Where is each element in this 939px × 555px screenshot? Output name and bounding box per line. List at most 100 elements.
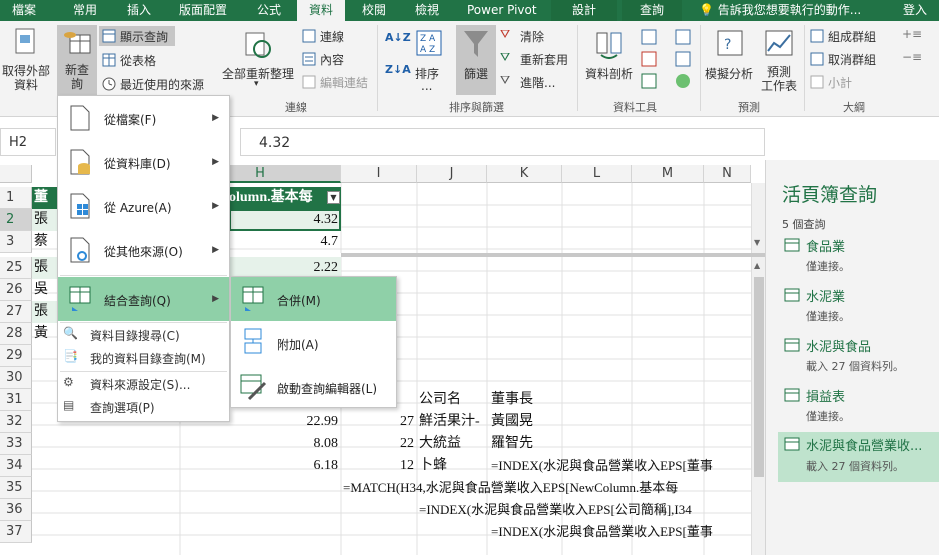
vertical-scrollbar[interactable]: ▲ (751, 257, 765, 555)
tab-power-pivot[interactable]: Power Pivot (467, 0, 537, 21)
sort-az-buttons[interactable]: A↓Z Z↓A (383, 27, 411, 87)
cell-j31[interactable]: 公司名 (419, 389, 461, 411)
cell-h35[interactable]: =MATCH(H34,水泥與食品營業收入EPS[NewColumn.基本每 (343, 477, 678, 499)
ungroup-button[interactable]: 取消群組 (810, 50, 905, 68)
from-table-button[interactable]: 從表格 (99, 50, 175, 70)
advanced-filter-button[interactable]: ⛛ 進階... (500, 73, 570, 91)
sort-button[interactable]: Z AA Z 排序 ... (411, 25, 447, 97)
tab-query[interactable]: 查詢 (622, 0, 683, 21)
cell-h32[interactable]: 22.99 (280, 411, 339, 433)
cell-i32[interactable]: 27 (370, 411, 414, 433)
tab-page-layout[interactable]: 版面配置 (179, 0, 227, 21)
row-header[interactable]: 33 (0, 433, 32, 455)
vertical-scrollbar-top[interactable]: ▼ (751, 183, 765, 253)
formula-input[interactable]: 4.32 (240, 128, 765, 156)
column-header-i[interactable]: I (341, 165, 417, 183)
tell-me-search[interactable]: 💡 告訴我您想要執行的動作... (699, 0, 861, 21)
query-item[interactable]: 損益表 僅連接。 (782, 386, 939, 430)
menu-item-combine-queries[interactable]: 結合查詢(Q) ▶ (58, 277, 229, 321)
table-header-cell[interactable]: 董 (32, 187, 58, 209)
subtotal-button[interactable]: 小計 (810, 73, 905, 91)
tab-insert[interactable]: 插入 (127, 0, 151, 21)
cell-h34[interactable]: 6.18 (280, 455, 339, 477)
row-header[interactable]: 32 (0, 411, 32, 433)
query-item[interactable]: 食品業 僅連接。 (782, 236, 939, 280)
clear-filter-button[interactable]: ⛛ 清除 (500, 27, 570, 45)
submenu-item-launch-query-editor[interactable]: 啟動查詢編輯器(L) (231, 365, 396, 409)
cell-j34[interactable]: 卜蜂 (419, 455, 447, 477)
what-if-analysis-button[interactable]: ? 模擬分析 (704, 25, 756, 97)
tab-view[interactable]: 檢視 (415, 0, 439, 21)
connections-button[interactable]: 連線 (300, 27, 372, 45)
row-header[interactable]: 36 (0, 499, 32, 521)
scroll-down-icon[interactable]: ▼ (754, 238, 760, 247)
filter-button[interactable]: 篩選 (456, 25, 496, 95)
row-header[interactable]: 28 (0, 323, 32, 345)
menu-item-my-catalog-queries[interactable]: 📑 我的資料目錄查詢(M) (58, 347, 229, 369)
row-header[interactable]: 34 (0, 455, 32, 477)
menu-item-from-database[interactable]: 從資料庫(D) ▶ (58, 140, 229, 184)
column-header-k[interactable]: K (487, 165, 562, 183)
row-header[interactable]: 1 (0, 187, 32, 209)
cell-a3[interactable]: 蔡 (34, 231, 48, 253)
menu-item-data-source-settings[interactable]: ⚙ 資料來源設定(S)... (58, 373, 229, 395)
row-header[interactable]: 29 (0, 345, 32, 367)
row-header[interactable]: 26 (0, 279, 32, 301)
properties-button[interactable]: 內容 (300, 50, 372, 68)
row-header[interactable]: 27 (0, 301, 32, 323)
cell-k33[interactable]: 羅智先 (491, 433, 533, 455)
cell-a2[interactable]: 張 (34, 209, 48, 231)
query-item[interactable]: 水泥與食品 載入 27 個資料列。 (782, 336, 939, 380)
cell-a28[interactable]: 黃 (34, 323, 48, 345)
column-header-l[interactable]: L (562, 165, 632, 183)
submenu-item-merge[interactable]: 合併(M) (231, 277, 396, 321)
select-all-corner[interactable] (0, 165, 32, 183)
row-header[interactable]: 30 (0, 367, 32, 389)
text-to-columns-button[interactable]: 資料剖析 (583, 25, 637, 97)
group-button[interactable]: 組成群組 (810, 27, 905, 45)
scroll-up-icon[interactable]: ▲ (754, 261, 760, 270)
row-header[interactable]: 2 (0, 209, 32, 231)
menu-item-from-azure[interactable]: 從 Azure(A) ▶ (58, 184, 229, 228)
tab-file[interactable]: 檔案 (12, 0, 36, 21)
menu-item-from-file[interactable]: 從檔案(F) ▶ (58, 96, 229, 140)
data-tools-small-icons[interactable] (640, 28, 696, 98)
cell-k34[interactable]: =INDEX(水泥與食品營業收入EPS[董事 (491, 455, 713, 477)
cell-k31[interactable]: 董事長 (491, 389, 533, 411)
recent-sources-button[interactable]: 最近使用的來源 (99, 74, 209, 94)
cell-k32[interactable]: 黃國晃 (491, 411, 533, 433)
new-query-button[interactable]: 新查 詢 (57, 25, 97, 95)
cell-h2[interactable]: 4.32 (280, 209, 339, 231)
column-header-j[interactable]: J (417, 165, 487, 183)
query-item[interactable]: 水泥業 僅連接。 (782, 286, 939, 330)
cell-j36[interactable]: =INDEX(水泥與食品營業收入EPS[公司簡稱],I34 (419, 499, 692, 521)
sign-in-link[interactable]: 登入 (903, 0, 927, 21)
column-header-n[interactable]: N (704, 165, 751, 183)
menu-item-data-catalog-search[interactable]: 🔍 資料目錄搜尋(C) (58, 324, 229, 346)
forecast-sheet-button[interactable]: 預測 工作表 (756, 25, 800, 97)
hide-detail-icon[interactable]: −≡ (902, 50, 922, 64)
cell-a25[interactable]: 張 (34, 257, 48, 279)
refresh-all-button[interactable]: 全部重新整理 ▾ (220, 25, 296, 97)
tab-data[interactable]: 資料 (297, 0, 346, 21)
reapply-button[interactable]: ⛛ 重新套用 (500, 50, 570, 68)
cell-k37[interactable]: =INDEX(水泥與食品營業收入EPS[董事 (491, 521, 713, 543)
filter-dropdown-icon[interactable]: ▼ (327, 191, 340, 204)
cell-h33[interactable]: 8.08 (280, 433, 339, 455)
cell-j33[interactable]: 大統益 (419, 433, 461, 455)
column-header-m[interactable]: M (632, 165, 704, 183)
cell-i34[interactable]: 12 (370, 455, 414, 477)
cell-j32[interactable]: 鮮活果汁- (419, 411, 480, 433)
tab-home[interactable]: 常用 (73, 0, 97, 21)
cell-a27[interactable]: 張 (34, 301, 48, 323)
tab-design[interactable]: 設計 (551, 0, 618, 21)
row-header[interactable]: 25 (0, 257, 32, 279)
scrollbar-thumb[interactable] (754, 277, 764, 477)
table-header-cell[interactable]: olumn.基本每 ▼ (229, 187, 341, 209)
query-item-selected[interactable]: 水泥與食品營業收... 載入 27 個資料列。 (778, 432, 939, 482)
cell-h3[interactable]: 4.7 (280, 231, 339, 253)
row-header[interactable]: 31 (0, 389, 32, 411)
cell-i33[interactable]: 22 (370, 433, 414, 455)
menu-item-from-other-sources[interactable]: 從其他來源(O) ▶ (58, 228, 229, 272)
name-box[interactable]: H2 (0, 128, 56, 156)
